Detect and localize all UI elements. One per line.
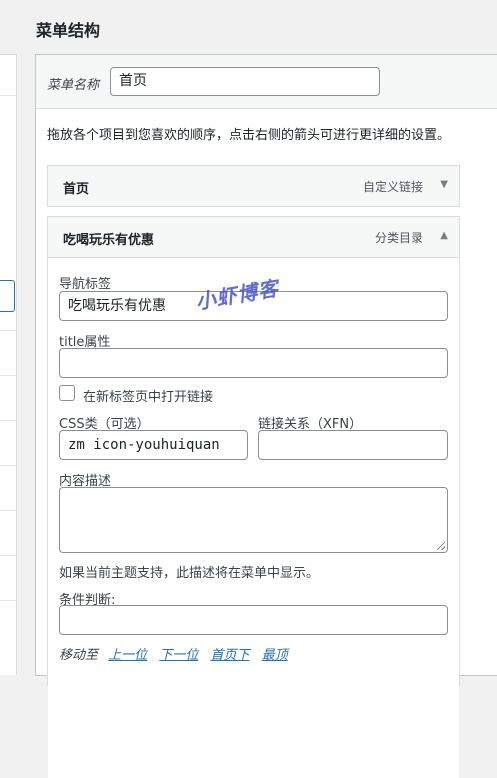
menu-item-title: 首页 (63, 182, 90, 197)
description-help: 如果当前主题支持，此描述将在菜单中显示。 (59, 566, 320, 581)
new-tab-label: 在新标签页中打开链接 (83, 390, 214, 405)
menu-item-handle[interactable]: 吃喝玩乐有优惠 分类目录 ▲ (48, 217, 459, 257)
left-panel-divider (0, 600, 16, 601)
menu-item-title: 吃喝玩乐有优惠 (63, 233, 155, 248)
left-panel-selected-item[interactable] (0, 280, 15, 312)
condition-input[interactable] (59, 605, 448, 635)
menu-item-home[interactable]: 首页 自定义链接 ▼ (47, 165, 460, 207)
menu-item-handle[interactable]: 首页 自定义链接 ▼ (48, 166, 459, 206)
menu-item-type: 分类目录 (374, 231, 423, 245)
left-panel-divider (0, 420, 16, 421)
expand-arrow-icon[interactable]: ▼ (440, 179, 448, 190)
xfn-input[interactable] (258, 430, 448, 460)
left-panel-divider (0, 555, 16, 556)
resize-handle-icon[interactable] (437, 542, 445, 550)
collapse-arrow-icon[interactable]: ▲ (440, 230, 448, 241)
menu-item-settings: 导航标签 吃喝玩乐有优惠 title属性 在新标签页中打开链接 CSS类（可选）… (48, 257, 459, 778)
menu-structure-panel: 菜单名称 首页 拖放各个项目到您喜欢的顺序，点击右侧的箭头可进行更详细的设置。 … (35, 54, 497, 778)
css-classes-input[interactable]: zm icon-youhuiquan (59, 430, 248, 460)
menu-item-type: 自定义链接 (362, 180, 423, 194)
left-panel (0, 54, 17, 675)
title-attr-input[interactable] (59, 348, 448, 378)
menu-name-input[interactable]: 首页 (110, 67, 380, 96)
nav-label-label: 导航标签 (59, 277, 112, 292)
move-links: 移动至 上一位 下一位 首页下 最顶 (59, 644, 296, 663)
new-tab-checkbox[interactable] (59, 385, 75, 401)
left-panel-divider (0, 465, 16, 466)
menu-name-bar: 菜单名称 首页 (36, 55, 497, 109)
menu-name-label: 菜单名称 (47, 78, 100, 93)
left-panel-divider (0, 375, 16, 376)
left-panel-divider (0, 330, 16, 331)
drag-instruction: 拖放各个项目到您喜欢的顺序，点击右侧的箭头可进行更详细的设置。 (47, 128, 451, 143)
description-textarea[interactable] (59, 487, 448, 553)
menu-structure-title: 菜单结构 (36, 21, 101, 40)
left-panel-divider (0, 510, 16, 511)
left-panel-divider (0, 95, 16, 96)
